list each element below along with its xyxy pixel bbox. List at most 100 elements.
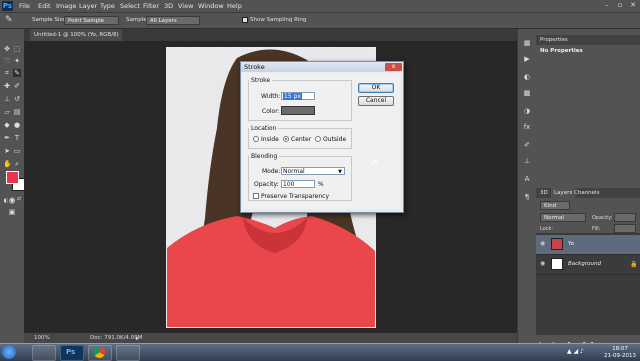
tray-icons[interactable]: ▲ ◢ ♪ xyxy=(567,348,584,355)
width-field[interactable]: 15 px xyxy=(281,92,315,100)
preserve-transparency-checkbox[interactable] xyxy=(253,193,259,199)
menu-layer[interactable]: Layer xyxy=(79,1,97,11)
pen-tool-icon[interactable]: ✒ xyxy=(3,134,11,142)
swap-colors-icon[interactable]: ⇄ xyxy=(15,195,23,203)
menu-help[interactable]: Help xyxy=(227,1,242,11)
explorer-taskbar-icon[interactable] xyxy=(32,345,56,361)
path-selection-icon[interactable]: ➤ xyxy=(3,147,11,155)
crop-tool-icon[interactable]: ⌗ xyxy=(3,69,11,77)
move-tool-icon[interactable]: ✥ xyxy=(3,45,11,53)
eraser-tool-icon[interactable]: ▱ xyxy=(3,108,11,116)
menu-select[interactable]: Select xyxy=(120,1,140,11)
marquee-tool-icon[interactable]: ⬚ xyxy=(13,45,21,53)
layer-row-yo[interactable]: ◉ Yo xyxy=(536,235,640,255)
chevron-down-icon: ▼ xyxy=(338,169,342,175)
menu-file[interactable]: File xyxy=(19,1,30,11)
actions-panel-icon[interactable]: ▶ xyxy=(523,55,531,63)
cancel-button[interactable]: Cancel xyxy=(358,96,394,106)
center-radio[interactable] xyxy=(283,136,289,142)
history-panel-icon[interactable]: ▦ xyxy=(523,39,531,47)
eye-icon[interactable]: ◉ xyxy=(540,261,546,267)
eye-icon[interactable]: ◉ xyxy=(540,241,546,247)
menu-image[interactable]: Image xyxy=(56,1,76,11)
opacity-label: Opacity: xyxy=(254,181,279,188)
properties-tab-bar: Properties xyxy=(536,35,640,45)
taskbar-clock[interactable]: 18:07 21-09-2013 xyxy=(604,346,636,359)
healing-brush-icon[interactable]: ✚ xyxy=(3,82,11,90)
show-sampling-ring-checkbox[interactable] xyxy=(242,17,248,23)
clone-stamp-icon[interactable]: ⊥ xyxy=(3,95,11,103)
blur-tool-icon[interactable]: ◆ xyxy=(3,121,11,129)
document-tab[interactable]: Untitled-1 @ 100% (Yo, RGB/8) * xyxy=(30,29,122,50)
windows-taskbar: Ps ▲ ◢ ♪ 18:07 21-09-2013 xyxy=(0,343,640,361)
blending-group-title: Blending xyxy=(251,153,278,160)
photoshop-logo: Ps xyxy=(2,1,13,11)
photoshop-taskbar-icon[interactable]: Ps xyxy=(60,345,84,361)
brush-tool-icon[interactable]: ✐ xyxy=(13,82,21,90)
type-tool-icon[interactable]: T xyxy=(13,134,21,142)
menu-type[interactable]: Type xyxy=(100,1,115,11)
sample-select[interactable]: All Layers xyxy=(146,16,200,25)
menu-view[interactable]: View xyxy=(178,1,193,11)
tab-3d[interactable]: 3D xyxy=(540,188,548,198)
menu-bar: Ps File Edit Image Layer Type Select Fil… xyxy=(0,0,640,13)
close-icon[interactable]: x xyxy=(385,63,402,71)
paragraph-panel-icon[interactable]: ¶ xyxy=(523,193,531,201)
tab-layers[interactable]: Layers xyxy=(551,188,576,198)
properties-tab[interactable]: Properties xyxy=(540,35,568,45)
quick-selection-tool-icon[interactable]: ✦ xyxy=(13,57,21,65)
show-sampling-ring-label: Show Sampling Ring xyxy=(250,17,307,23)
maximize-icon[interactable]: ▫ xyxy=(615,1,625,10)
eyedropper-tool-icon[interactable]: ✎ xyxy=(13,69,21,77)
layer-row-background[interactable]: ◉ Background 🔒 xyxy=(536,255,640,275)
outside-radio[interactable] xyxy=(315,136,321,142)
foreground-color-swatch[interactable] xyxy=(6,171,19,184)
opacity-field[interactable]: 100 xyxy=(281,180,315,188)
blend-mode-select[interactable]: Normal xyxy=(540,213,586,222)
menu-edit[interactable]: Edit xyxy=(38,1,51,11)
hand-tool-icon[interactable]: ✋ xyxy=(3,160,12,168)
minimize-icon[interactable]: – xyxy=(602,1,612,10)
tab-channels[interactable]: Channels xyxy=(574,188,599,198)
character-panel-icon[interactable]: A xyxy=(523,175,531,183)
brush-panel-icon[interactable]: ✐ xyxy=(523,141,531,149)
layer-fill-field[interactable] xyxy=(614,224,636,233)
opacity-unit: % xyxy=(318,181,324,188)
dialog-title[interactable]: Stroke xyxy=(241,62,401,72)
swatches-panel-icon[interactable]: ▩ xyxy=(523,89,531,97)
filter-kind-select[interactable]: Kind xyxy=(540,201,570,210)
mode-select[interactable]: Normal ▼ xyxy=(281,167,345,175)
styles-panel-icon[interactable]: fx xyxy=(523,123,531,131)
folder-taskbar-icon[interactable] xyxy=(116,345,140,361)
layer-opacity-field[interactable] xyxy=(614,213,636,222)
color-label: Color: xyxy=(262,108,280,115)
quick-mask-mode-icon[interactable]: ◉ xyxy=(8,196,16,204)
clone-source-icon[interactable]: ⊥ xyxy=(523,157,531,165)
gradient-tool-icon[interactable]: ▤ xyxy=(13,108,21,116)
start-button-icon[interactable] xyxy=(2,345,16,359)
screen-mode-icon[interactable]: ▣ xyxy=(8,208,16,216)
shape-tool-icon[interactable]: ▭ xyxy=(13,147,21,155)
zoom-tool-icon[interactable]: ⌕ xyxy=(13,160,21,168)
chrome-taskbar-icon[interactable] xyxy=(88,345,112,361)
cursor-icon: ➚ xyxy=(371,158,379,168)
history-brush-icon[interactable]: ↺ xyxy=(13,95,21,103)
location-group-title: Location xyxy=(251,125,277,132)
menu-3d[interactable]: 3D xyxy=(164,1,173,11)
layer-name[interactable]: Yo xyxy=(568,241,574,247)
adjustments-panel-icon[interactable]: ◑ xyxy=(523,107,531,115)
color-panel-icon[interactable]: ◐ xyxy=(523,73,531,81)
dodge-tool-icon[interactable]: ● xyxy=(13,121,21,129)
close-icon[interactable]: ✕ xyxy=(628,1,638,10)
ok-button[interactable]: OK xyxy=(358,83,394,93)
eyedropper-tool-preset-icon[interactable]: ✎ xyxy=(5,15,13,25)
inside-radio[interactable] xyxy=(253,136,259,142)
lasso-tool-icon[interactable]: ➰ xyxy=(3,57,12,65)
stroke-color-swatch[interactable] xyxy=(281,106,315,115)
sample-size-select[interactable]: Point Sample xyxy=(64,16,119,25)
layer-name[interactable]: Background xyxy=(568,261,601,267)
menu-window[interactable]: Window xyxy=(198,1,224,11)
opacity-label: Opacity: xyxy=(592,215,613,221)
dialog-body: Stroke Width: 15 px Color: Location Insi… xyxy=(242,73,400,209)
menu-filter[interactable]: Filter xyxy=(143,1,159,11)
